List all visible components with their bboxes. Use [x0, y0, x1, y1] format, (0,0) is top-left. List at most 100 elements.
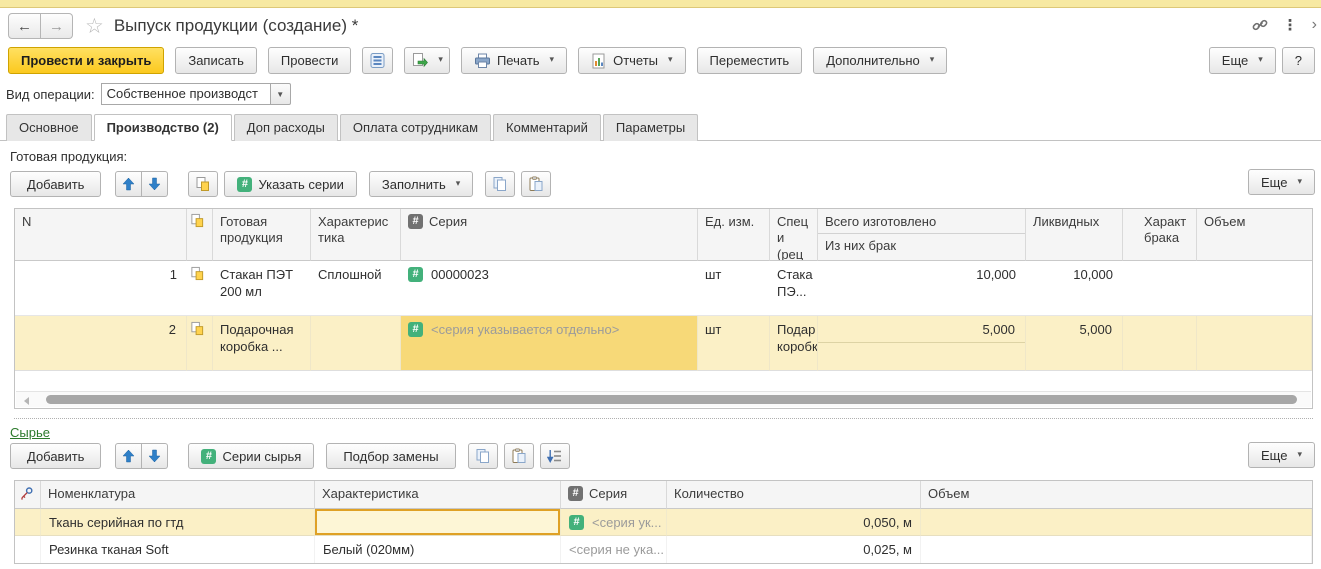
cell-liquid[interactable]: 10,000: [1026, 261, 1123, 316]
fill-button[interactable]: Заполнить: [369, 171, 473, 197]
specify-series-button[interactable]: Указать серии: [224, 171, 356, 197]
cell-product[interactable]: Подарочная коробка ...: [213, 316, 311, 371]
favorite-star-icon[interactable]: ☆: [85, 16, 104, 37]
cell-series-current[interactable]: <серия указывается отдельно>: [401, 316, 698, 371]
cell-volume[interactable]: [921, 536, 1312, 563]
link-icon[interactable]: [1251, 16, 1269, 34]
materials-more-button[interactable]: Еще: [1248, 442, 1315, 468]
scroll-left-icon[interactable]: [24, 397, 29, 405]
cell-series[interactable]: <серия ук...: [561, 509, 667, 536]
cell-characteristic-input[interactable]: [315, 509, 561, 536]
print-button[interactable]: Печать: [461, 47, 567, 74]
forward-icon: →: [49, 18, 64, 35]
cell-key[interactable]: [15, 536, 41, 563]
cell-unit[interactable]: шт: [698, 261, 770, 316]
substitution-button[interactable]: Подбор замены: [326, 443, 455, 469]
tab-main[interactable]: Основное: [6, 114, 92, 141]
cell-name[interactable]: Резинка тканая Soft: [41, 536, 315, 563]
cell-narrow[interactable]: [1123, 316, 1138, 371]
move-down-button[interactable]: [142, 171, 168, 197]
cell-characteristic[interactable]: Сплошной: [311, 261, 401, 316]
move-up-button[interactable]: [115, 171, 142, 197]
cell-quantity[interactable]: 0,050, м: [667, 509, 921, 536]
cell-quantity[interactable]: 0,025, м: [667, 536, 921, 563]
overflow-chevron-icon[interactable]: ›: [1312, 16, 1317, 34]
materials-add-button[interactable]: Добавить: [10, 443, 101, 469]
cell-spec[interactable]: Стака ПЭ...: [770, 261, 818, 316]
tab-parameters[interactable]: Параметры: [603, 114, 698, 141]
cell-total[interactable]: 5,000: [818, 316, 1026, 371]
create-based-on-button[interactable]: [404, 47, 450, 74]
cell-volume[interactable]: [1197, 261, 1312, 316]
forward-button[interactable]: →: [41, 13, 73, 39]
accounting-key-icon: [19, 486, 36, 501]
tab-comment[interactable]: Комментарий: [493, 114, 601, 141]
additional-button[interactable]: Дополнительно: [813, 47, 947, 74]
cell-characteristic[interactable]: [311, 316, 401, 371]
materials-section-link[interactable]: Сырье: [10, 425, 50, 440]
operation-dropdown-button[interactable]: ▼: [271, 83, 291, 105]
cell-total-value: 5,000: [818, 316, 1025, 343]
horizontal-scrollbar[interactable]: [16, 391, 1311, 407]
cell-series[interactable]: 00000023: [401, 261, 698, 316]
more-button[interactable]: Еще: [1209, 47, 1276, 74]
copy-rows-button[interactable]: [485, 171, 515, 197]
cell-characteristic[interactable]: Белый (020мм): [315, 536, 561, 563]
post-and-close-button[interactable]: Провести и закрыть: [8, 47, 164, 74]
cell-volume[interactable]: [921, 509, 1312, 536]
cell-unit[interactable]: шт: [698, 316, 770, 371]
reports-button[interactable]: Отчеты: [578, 47, 685, 74]
column-header-liquid: Ликвидных: [1026, 209, 1123, 261]
tab-extra-costs[interactable]: Доп расходы: [234, 114, 338, 141]
help-button[interactable]: ?: [1282, 47, 1315, 74]
series-hash-icon: [568, 486, 583, 501]
tab-staff-payment[interactable]: Оплата сотрудникам: [340, 114, 491, 141]
cell-total[interactable]: 10,000: [818, 261, 1026, 316]
series-hash-icon: [408, 267, 423, 282]
characteristics-button[interactable]: [188, 171, 218, 197]
cell-characteristic-icon[interactable]: [187, 316, 213, 371]
cell-name[interactable]: Ткань серийная по гтд: [41, 509, 315, 536]
paste-rows-button[interactable]: [504, 443, 534, 469]
move-up-button[interactable]: [115, 443, 142, 469]
table-row[interactable]: Резинка тканая Soft Белый (020мм) <серия…: [15, 536, 1312, 563]
cell-defect-char[interactable]: [1137, 316, 1197, 371]
materials-series-button[interactable]: Серии сырья: [188, 443, 314, 469]
cell-defect-char[interactable]: [1137, 261, 1197, 316]
cell-n[interactable]: 1: [15, 261, 187, 316]
cell-characteristic-icon[interactable]: [187, 261, 213, 316]
structure-button[interactable]: [362, 47, 393, 74]
menu-dots-icon[interactable]: ⋮: [1283, 16, 1298, 34]
copy-rows-button[interactable]: [468, 443, 498, 469]
sort-order-button[interactable]: [540, 443, 570, 469]
materials-toolbar: Добавить Серии сырья Подбор замены Еще: [0, 442, 1321, 473]
post-button[interactable]: Провести: [268, 47, 352, 74]
cell-spec[interactable]: Подар коробк: [770, 316, 818, 371]
operation-value[interactable]: Собственное производст: [101, 83, 271, 105]
paste-rows-button[interactable]: [521, 171, 551, 197]
cell-liquid[interactable]: 5,000: [1026, 316, 1123, 371]
cell-series[interactable]: <серия не ука...: [561, 536, 667, 563]
cell-product[interactable]: Стакан ПЭТ 200 мл: [213, 261, 311, 316]
tab-production[interactable]: Производство (2): [94, 114, 232, 141]
series-header-label: Серия: [429, 214, 467, 230]
materials-table-header: Номенклатура Характеристика Серия Количе…: [15, 481, 1312, 509]
scrollbar-thumb[interactable]: [46, 395, 1297, 404]
table-row[interactable]: 1 Стакан ПЭТ 200 мл Сплошной 00000023 шт…: [15, 261, 1312, 316]
column-header-volume: Объем: [921, 481, 1312, 509]
products-add-button[interactable]: Добавить: [10, 171, 101, 197]
table-row-selected[interactable]: 2 Подарочная коробка ... <серия указывае…: [15, 316, 1312, 371]
back-button[interactable]: ←: [8, 13, 41, 39]
cell-narrow[interactable]: [1123, 261, 1137, 316]
cell-key[interactable]: [15, 509, 41, 536]
write-button[interactable]: Записать: [175, 47, 257, 74]
series-placeholder: <серия указывается отдельно>: [431, 322, 619, 339]
app-top-strip: [0, 0, 1321, 8]
table-row-selected[interactable]: Ткань серийная по гтд <серия ук... 0,050…: [15, 509, 1312, 536]
move-down-button[interactable]: [142, 443, 168, 469]
cell-volume[interactable]: [1197, 316, 1312, 371]
move-button[interactable]: Переместить: [697, 47, 803, 74]
series-hash-icon: [569, 515, 584, 530]
cell-n[interactable]: 2: [15, 316, 187, 371]
products-more-button[interactable]: Еще: [1248, 169, 1315, 195]
